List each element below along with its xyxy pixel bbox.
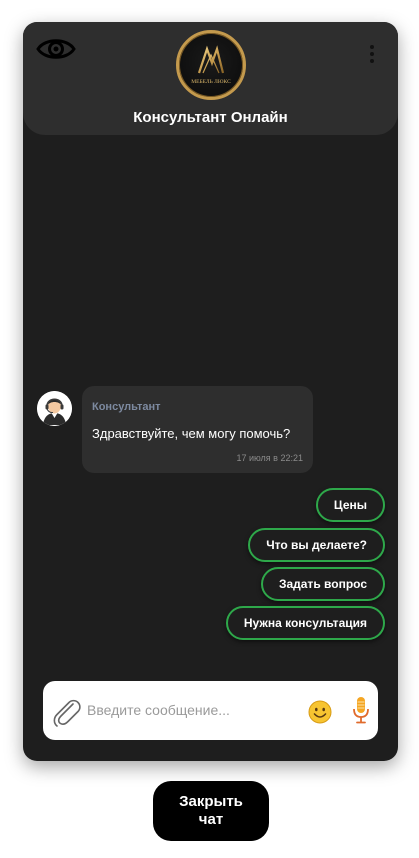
message-input[interactable] [87, 698, 297, 722]
chat-title: Консультант Онлайн [133, 109, 288, 126]
consultant-avatar-icon [37, 391, 72, 426]
brand-logo: МЕБЕЛЬ ЛЮКС [176, 30, 246, 100]
message-bubble: Консультант Здравствуйте, чем могу помоч… [82, 386, 313, 473]
close-chat-button[interactable]: Закрыть чат [153, 781, 269, 841]
paperclip-icon[interactable] [51, 695, 81, 727]
chat-widget: МЕБЕЛЬ ЛЮКС Консультант Онлайн Консульта [23, 22, 398, 761]
quick-reply-what-do-you-do[interactable]: Что вы делаете? [248, 528, 385, 562]
message-sender: Консультант [92, 401, 161, 413]
more-vertical-icon[interactable] [368, 44, 376, 64]
message-time: 17 июля в 22:21 [236, 453, 303, 463]
eye-icon[interactable] [36, 35, 76, 63]
chat-header: МЕБЕЛЬ ЛЮКС Консультант Онлайн [23, 22, 398, 135]
quick-reply-prices[interactable]: Цены [315, 488, 385, 522]
smile-emoji-icon[interactable] [308, 700, 332, 724]
microphone-icon[interactable] [351, 695, 371, 725]
message-text: Здравствуйте, чем могу помочь? [92, 426, 291, 441]
logo-text: МЕБЕЛЬ ЛЮКС [191, 79, 231, 85]
message-composer [43, 681, 378, 740]
quick-reply-ask-question[interactable]: Задать вопрос [260, 567, 385, 601]
quick-reply-need-consultation[interactable]: Нужна консультация [225, 606, 385, 640]
